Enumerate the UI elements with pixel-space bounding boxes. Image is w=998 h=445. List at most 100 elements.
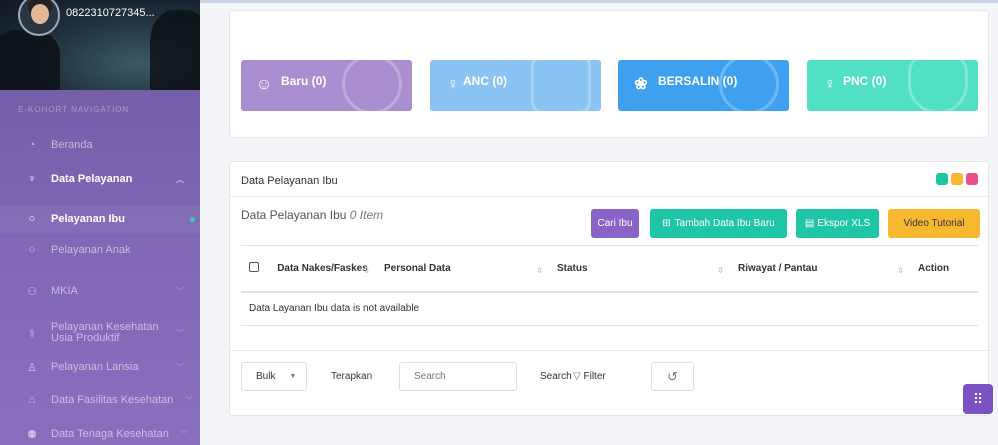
sidebar-item-tenaga[interactable]: ⚉ Data Tenaga Kesehatan ﹀ xyxy=(0,420,200,445)
search-input[interactable] xyxy=(399,362,517,391)
sidebar-item-lansia[interactable]: ♙ Pelayanan Lansia ﹀ xyxy=(0,353,200,381)
chevron-down-icon: ▼ xyxy=(289,373,297,380)
active-dot xyxy=(190,216,195,222)
mother-icon: ♀ xyxy=(824,76,836,93)
sidebar: 0822310727345... E-KOHORT NAVIGATION ◔ B… xyxy=(0,0,200,445)
stat-card-anc[interactable]: ♀ ANC (0) xyxy=(430,60,601,111)
cari-ibu-button[interactable]: Cari Ibu xyxy=(591,209,639,238)
nav-title: E-KOHORT NAVIGATION xyxy=(18,105,130,114)
column-header: Action xyxy=(910,245,978,293)
sidebar-item-label: Data Fasilitas Kesehatan xyxy=(51,394,174,406)
decor-person-icon xyxy=(342,60,402,111)
select-all-cell xyxy=(241,245,269,293)
top-border xyxy=(200,0,998,3)
avatar-face xyxy=(31,4,49,24)
background-tree xyxy=(150,10,200,90)
grid-icon: ⠿ xyxy=(972,391,984,407)
table-row: Data Layanan Ibu data is not available xyxy=(241,291,978,326)
sort-icon: ⇳ xyxy=(363,266,370,275)
sort-icon: ⇳ xyxy=(717,266,724,275)
chevron-down-icon: ﹀ xyxy=(176,328,184,338)
filter-label: Filter xyxy=(583,371,606,382)
pink-dot-icon[interactable] xyxy=(966,173,978,185)
button-label: Ekspor XLS xyxy=(817,218,871,229)
column-header[interactable]: Status ⇳ xyxy=(549,245,730,293)
data-table: Data Nakes/Faskes ⇳ Personal Data ⇳ Status… xyxy=(241,245,978,326)
people-icon: ⚇ xyxy=(27,285,37,298)
background-tree xyxy=(0,30,60,90)
stat-label: ANC (0) xyxy=(463,74,507,88)
new-badge-icon: ☺ xyxy=(255,76,273,93)
chevron-down-icon: ﹀ xyxy=(176,286,184,296)
sidebar-item-data-pelayanan[interactable]: ♀ Data Pelayanan ︿ xyxy=(0,165,200,193)
column-label: Data Nakes/Faskes xyxy=(277,262,368,274)
column-label: Status xyxy=(557,262,588,274)
bulk-label: Bulk xyxy=(256,371,276,382)
stat-card-baru[interactable]: ☺ Baru (0) xyxy=(241,60,412,111)
decor-diamond-icon xyxy=(531,60,591,111)
stat-card-pnc[interactable]: ♀ PNC (0) xyxy=(807,60,978,111)
profile-banner: 0822310727345... xyxy=(0,0,200,90)
stethoscope-icon: ⚕ xyxy=(29,327,35,340)
yellow-dot-icon[interactable] xyxy=(951,173,963,185)
sidebar-item-label: Data Pelayanan xyxy=(51,173,133,185)
sidebar-item-label: Pelayanan Kesehatan Usia Produktif xyxy=(51,321,159,344)
sidebar-item-beranda[interactable]: ◔ Beranda xyxy=(0,131,200,159)
sidebar-item-label: Pelayanan Lansia xyxy=(51,361,139,373)
ekspor-xls-button[interactable]: ▤ Ekspor XLS xyxy=(796,209,879,238)
sidebar-item-label: Data Tenaga Kesehatan xyxy=(51,428,169,440)
file-icon: ▤ xyxy=(804,218,815,229)
user-phone: 0822310727345... xyxy=(66,7,155,19)
reset-button[interactable]: ↺ xyxy=(651,362,694,391)
staff-icon: ⚉ xyxy=(27,428,37,441)
chevron-up-icon: ︿ xyxy=(176,174,184,184)
button-label: Tambah Data Ibu Baru xyxy=(674,218,775,229)
column-header[interactable]: Riwayat / Pantau ⇳ xyxy=(730,245,910,293)
sidebar-item-label: Pelayanan Ibu xyxy=(51,213,125,225)
stat-label: BERSALIN (0) xyxy=(658,74,738,88)
chevron-down-icon: ﹀ xyxy=(180,429,188,439)
pregnant-icon: ♀ xyxy=(447,76,459,93)
female-icon: ♀ xyxy=(27,173,37,185)
column-label: Action xyxy=(918,262,950,274)
chevron-down-icon: ﹀ xyxy=(176,362,184,372)
column-header[interactable]: Personal Data ⇳ xyxy=(376,245,549,293)
panel-title: Data Pelayanan Ibu xyxy=(241,175,338,187)
sidebar-item-usia-produktif[interactable]: ⚕ Pelayanan Kesehatan Usia Produktif ﹀ xyxy=(0,316,200,350)
hospital-icon: ⌂ xyxy=(28,394,36,406)
sidebar-item-pelayanan-anak[interactable]: ○ Pelayanan Anak xyxy=(0,236,200,264)
tambah-ibu-button[interactable]: ⊞ Tambah Data Ibu Baru xyxy=(650,209,787,238)
stat-label: Baru (0) xyxy=(281,74,327,88)
sidebar-item-label: Beranda xyxy=(51,139,93,151)
search-button[interactable]: Search xyxy=(540,371,572,382)
panel-subtitle: Data Pelayanan Ibu 0 Item xyxy=(241,208,383,222)
select-all-checkbox[interactable] xyxy=(249,261,259,272)
teal-dot-icon[interactable] xyxy=(936,173,948,185)
terapkan-button[interactable]: Terapkan xyxy=(331,371,372,382)
chevron-down-icon: ﹀ xyxy=(185,395,193,405)
sidebar-item-label: MKIA xyxy=(51,285,78,297)
divider xyxy=(229,196,989,197)
baby-icon: ❀ xyxy=(634,76,648,93)
circle-icon: ○ xyxy=(28,244,36,256)
sort-icon: ⇳ xyxy=(536,266,543,275)
subtitle-text: Data Pelayanan Ibu xyxy=(241,208,347,222)
bulk-select[interactable]: Bulk ▼ xyxy=(241,362,307,391)
empty-message: Data Layanan Ibu data is not available xyxy=(241,291,978,326)
circle-icon: ○ xyxy=(28,213,36,225)
sidebar-item-label: Pelayanan Anak xyxy=(51,244,131,256)
video-tutorial-button[interactable]: Video Tutorial xyxy=(888,209,980,238)
column-label: Riwayat / Pantau xyxy=(738,262,818,274)
grid-menu-button[interactable]: ⠿ xyxy=(963,384,993,414)
sidebar-item-pelayanan-ibu[interactable]: ○ Pelayanan Ibu xyxy=(0,205,200,233)
stat-card-bersalin[interactable]: ❀ BERSALIN (0) xyxy=(618,60,789,111)
table-header-row: Data Nakes/Faskes ⇳ Personal Data ⇳ Status… xyxy=(241,245,978,293)
undo-icon: ↺ xyxy=(667,368,678,384)
speedometer-icon: ◔ xyxy=(28,139,36,151)
avatar[interactable] xyxy=(18,0,60,36)
sidebar-item-fasilitas[interactable]: ⌂ Data Fasilitas Kesehatan ﹀ xyxy=(0,386,200,414)
column-label: Personal Data xyxy=(384,262,451,274)
filter-button[interactable]: ▽ Filter xyxy=(573,371,606,382)
column-header[interactable]: Data Nakes/Faskes ⇳ xyxy=(269,245,376,293)
sidebar-item-mkia[interactable]: ⚇ MKIA ﹀ xyxy=(0,277,200,305)
